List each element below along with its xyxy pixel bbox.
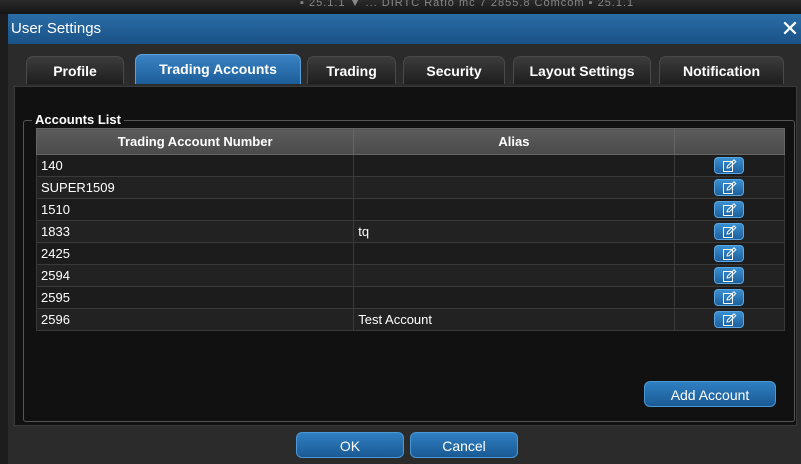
table-row[interactable]: 2594 (35, 264, 786, 287)
alias-cell: tq (353, 220, 675, 243)
column-header-account-number[interactable]: Trading Account Number (35, 128, 355, 155)
tab-profile[interactable]: Profile (26, 56, 124, 84)
edit-cell (673, 154, 786, 177)
table-row[interactable]: 140 (35, 154, 786, 177)
alias-cell (353, 154, 675, 177)
edit-account-button[interactable] (714, 289, 745, 307)
edit-icon (723, 203, 737, 217)
table-row[interactable]: 1510 (35, 198, 786, 221)
edit-icon (723, 159, 737, 173)
ok-button[interactable]: OK (296, 432, 404, 458)
table-row[interactable]: 1833 tq (35, 220, 786, 243)
account-number-cell: 2425 (35, 242, 355, 265)
account-number-cell: 140 (35, 154, 355, 177)
account-number-cell: 2596 (35, 308, 355, 331)
edit-cell (673, 176, 786, 199)
edit-account-button[interactable] (714, 245, 745, 263)
alias-cell (353, 176, 675, 199)
edit-cell (673, 220, 786, 243)
edit-cell (673, 264, 786, 287)
edit-cell (673, 308, 786, 331)
edit-cell (673, 286, 786, 309)
edit-cell (673, 242, 786, 265)
table-row[interactable]: 2595 (35, 286, 786, 309)
edit-account-button[interactable] (714, 201, 745, 219)
edit-icon (723, 247, 737, 261)
alias-cell: Test Account (353, 308, 675, 331)
table-row[interactable]: SUPER1509 (35, 176, 786, 199)
tab-layout-settings[interactable]: Layout Settings (513, 56, 651, 84)
table-row[interactable]: 2596 Test Account (35, 308, 786, 331)
alias-cell (353, 242, 675, 265)
tab-notification[interactable]: Notification (659, 56, 784, 84)
alias-cell (353, 286, 675, 309)
column-header-actions (673, 128, 786, 155)
edit-icon (723, 291, 737, 305)
edit-account-button[interactable] (714, 223, 745, 241)
dialog-title: User Settings (11, 20, 102, 37)
edit-account-button[interactable] (714, 179, 745, 197)
account-number-cell: 1833 (35, 220, 355, 243)
tab-trading[interactable]: Trading (307, 56, 396, 84)
close-button[interactable]: ✕ (779, 16, 801, 42)
user-settings-dialog: User Settings ✕ Profile Trading Accounts… (8, 14, 801, 464)
edit-account-button[interactable] (714, 267, 745, 285)
edit-icon (723, 313, 737, 327)
edit-icon (723, 269, 737, 283)
edit-cell (673, 198, 786, 221)
column-header-alias[interactable]: Alias (353, 128, 675, 155)
alias-cell (353, 198, 675, 221)
tab-bar: Profile Trading Accounts Trading Securit… (26, 54, 786, 86)
edit-icon (723, 225, 737, 239)
account-number-cell: SUPER1509 (35, 176, 355, 199)
edit-icon (723, 181, 737, 195)
background-text: ▪ 25.1.1 ▼ ... DIRTC Ratio mc 7 2855.8 C… (300, 0, 635, 9)
accounts-table: Trading Account Number Alias 140 SUPER150… (35, 128, 786, 331)
edit-account-button[interactable] (714, 311, 745, 329)
title-bar[interactable]: User Settings ✕ (8, 14, 801, 44)
account-number-cell: 1510 (35, 198, 355, 221)
alias-cell (353, 264, 675, 287)
account-number-cell: 2594 (35, 264, 355, 287)
table-header-row: Trading Account Number Alias (35, 128, 786, 155)
tab-trading-accounts[interactable]: Trading Accounts (135, 54, 301, 84)
table-row[interactable]: 2425 (35, 242, 786, 265)
accounts-list-legend: Accounts List (32, 112, 124, 127)
add-account-button[interactable]: Add Account (644, 381, 776, 407)
edit-account-button[interactable] (714, 157, 745, 175)
cancel-button[interactable]: Cancel (410, 432, 518, 458)
tab-security[interactable]: Security (403, 56, 505, 84)
account-number-cell: 2595 (35, 286, 355, 309)
background-app-strip: ▪ 25.1.1 ▼ ... DIRTC Ratio mc 7 2855.8 C… (0, 0, 801, 14)
